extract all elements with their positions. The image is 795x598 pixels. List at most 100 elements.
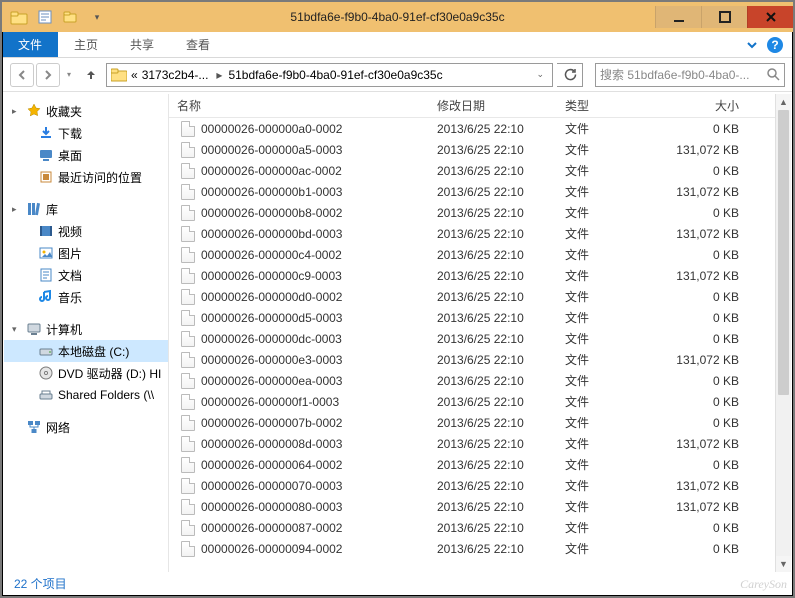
file-row[interactable]: 00000026-000000a0-00022013/6/25 22:10文件0… <box>169 118 775 139</box>
column-date[interactable]: 修改日期 <box>429 97 557 114</box>
file-date: 2013/6/25 22:10 <box>429 185 557 199</box>
ribbon-tab-3[interactable]: 查看 <box>170 32 226 57</box>
file-row[interactable]: 00000026-00000070-00032013/6/25 22:10文件1… <box>169 475 775 496</box>
file-row[interactable]: 00000026-00000094-00022013/6/25 22:10文件0… <box>169 538 775 559</box>
file-row[interactable]: 00000026-000000dc-00032013/6/25 22:10文件0… <box>169 328 775 349</box>
refresh-button[interactable] <box>557 63 583 87</box>
file-row[interactable]: 00000026-000000b1-00032013/6/25 22:10文件1… <box>169 181 775 202</box>
file-icon <box>181 268 195 284</box>
file-row[interactable]: 00000026-000000e3-00032013/6/25 22:10文件1… <box>169 349 775 370</box>
file-date: 2013/6/25 22:10 <box>429 206 557 220</box>
scroll-down-icon[interactable]: ▼ <box>776 556 791 572</box>
file-row[interactable]: 00000026-00000080-00032013/6/25 22:10文件1… <box>169 496 775 517</box>
sidebar-item-1-1[interactable]: 图片 <box>4 242 168 264</box>
file-type: 文件 <box>557 309 657 326</box>
file-row[interactable]: 00000026-000000d5-00032013/6/25 22:10文件0… <box>169 307 775 328</box>
expand-icon[interactable]: ▸ <box>12 204 22 215</box>
file-row[interactable]: 00000026-0000007b-00022013/6/25 22:10文件0… <box>169 412 775 433</box>
video-icon <box>38 223 54 239</box>
expand-icon[interactable]: ▾ <box>12 324 22 335</box>
maximize-button[interactable] <box>701 6 747 28</box>
ribbon-tab-0[interactable]: 文件 <box>2 32 58 57</box>
file-type: 文件 <box>557 267 657 284</box>
titlebar[interactable]: ▾ 51bdfa6e-f9b0-4ba0-91ef-cf30e0a9c35c <box>2 2 793 32</box>
sidebar-item-2-0[interactable]: 本地磁盘 (C:) <box>4 340 168 362</box>
star-icon <box>26 103 42 119</box>
sidebar-item-label: 下载 <box>58 125 82 142</box>
file-row[interactable]: 00000026-00000087-00022013/6/25 22:10文件0… <box>169 517 775 538</box>
file-row[interactable]: 00000026-0000008d-00032013/6/25 22:10文件1… <box>169 433 775 454</box>
search-input[interactable]: 搜索 51bdfa6e-f9b0-4ba0-... <box>595 63 785 87</box>
sidebar-item-1-3[interactable]: 音乐 <box>4 286 168 308</box>
file-row[interactable]: 00000026-000000d0-00022013/6/25 22:10文件0… <box>169 286 775 307</box>
sidebar-item-1-2[interactable]: 文档 <box>4 264 168 286</box>
column-name[interactable]: 名称 <box>169 97 429 114</box>
file-row[interactable]: 00000026-000000b8-00022013/6/25 22:10文件0… <box>169 202 775 223</box>
file-date: 2013/6/25 22:10 <box>429 164 557 178</box>
file-name: 00000026-000000b1-0003 <box>201 185 342 199</box>
nav-up-button[interactable] <box>80 64 102 86</box>
nav-history-dropdown[interactable]: ▾ <box>62 63 76 87</box>
file-type: 文件 <box>557 162 657 179</box>
column-type[interactable]: 类型 <box>557 97 657 114</box>
window-controls <box>655 6 793 28</box>
scroll-thumb[interactable] <box>778 110 789 395</box>
sidebar-item-1-0[interactable]: 视频 <box>4 220 168 242</box>
scroll-track[interactable] <box>776 110 791 556</box>
sidebar-group-3[interactable]: 网络 <box>4 416 168 438</box>
file-row[interactable]: 00000026-000000c9-00032013/6/25 22:10文件1… <box>169 265 775 286</box>
content-area: ▸收藏夹下载桌面最近访问的位置 ▸库视频图片文档音乐 ▾计算机本地磁盘 (C:) DV… <box>4 94 791 572</box>
file-type: 文件 <box>557 540 657 557</box>
file-size: 0 KB <box>657 248 751 262</box>
minimize-button[interactable] <box>655 6 701 28</box>
file-size: 0 KB <box>657 332 751 346</box>
qat-newfolder-icon[interactable] <box>60 6 82 28</box>
address-dropdown-icon[interactable]: ⌄ <box>532 69 548 80</box>
file-row[interactable]: 00000026-000000bd-00032013/6/25 22:10文件1… <box>169 223 775 244</box>
sidebar-group-2[interactable]: ▾计算机 <box>4 318 168 340</box>
scroll-up-icon[interactable]: ▲ <box>776 94 791 110</box>
column-size[interactable]: 大小 <box>657 97 751 114</box>
file-row[interactable]: 00000026-000000f1-00032013/6/25 22:10文件0… <box>169 391 775 412</box>
help-icon[interactable]: ? <box>767 37 783 53</box>
sidebar-group-0[interactable]: ▸收藏夹 <box>4 100 168 122</box>
file-type: 文件 <box>557 141 657 158</box>
nav-back-button[interactable] <box>10 63 34 87</box>
address-separator-icon[interactable]: ▸ <box>212 68 224 82</box>
sidebar-item-label: 最近访问的位置 <box>58 169 142 186</box>
nav-forward-button[interactable] <box>36 63 60 87</box>
file-row[interactable]: 00000026-000000c4-00022013/6/25 22:10文件0… <box>169 244 775 265</box>
ribbon-tab-2[interactable]: 共享 <box>114 32 170 57</box>
file-size: 0 KB <box>657 122 751 136</box>
sidebar-group-1[interactable]: ▸库 <box>4 198 168 220</box>
ribbon-minimize-icon[interactable] <box>745 38 759 52</box>
ribbon-tab-1[interactable]: 主页 <box>58 32 114 57</box>
address-part-2[interactable]: 51bdfa6e-f9b0-4ba0-91ef-cf30e0a9c35c <box>228 68 442 82</box>
ribbon-tabs: 文件主页共享查看 ? <box>2 32 793 58</box>
sidebar-item-2-2[interactable]: Shared Folders (\\ <box>4 384 168 406</box>
close-button[interactable] <box>747 6 793 28</box>
address-bar[interactable]: « 3173c2b4-... ▸ 51bdfa6e-f9b0-4ba0-91ef… <box>106 63 553 87</box>
file-size: 0 KB <box>657 311 751 325</box>
expand-icon[interactable]: ▸ <box>12 106 22 117</box>
sidebar-item-0-2[interactable]: 最近访问的位置 <box>4 166 168 188</box>
file-row[interactable]: 00000026-00000064-00022013/6/25 22:10文件0… <box>169 454 775 475</box>
file-icon <box>181 394 195 410</box>
address-part-1[interactable]: 3173c2b4-... <box>142 68 209 82</box>
sidebar-item-label: DVD 驱动器 (D:) HI <box>58 365 161 382</box>
vertical-scrollbar[interactable]: ▲ ▼ <box>775 94 791 572</box>
file-row[interactable]: 00000026-000000ac-00022013/6/25 22:10文件0… <box>169 160 775 181</box>
sidebar-item-label: 音乐 <box>58 289 82 306</box>
sidebar-item-0-1[interactable]: 桌面 <box>4 144 168 166</box>
file-row[interactable]: 00000026-000000a5-00032013/6/25 22:10文件1… <box>169 139 775 160</box>
file-date: 2013/6/25 22:10 <box>429 269 557 283</box>
qat-overflow-icon[interactable]: ▾ <box>86 6 108 28</box>
qat-properties-icon[interactable] <box>34 6 56 28</box>
sidebar-item-0-0[interactable]: 下载 <box>4 122 168 144</box>
file-size: 0 KB <box>657 374 751 388</box>
sidebar-item-2-1[interactable]: DVD 驱动器 (D:) HI <box>4 362 168 384</box>
file-type: 文件 <box>557 183 657 200</box>
file-icon <box>181 373 195 389</box>
file-row[interactable]: 00000026-000000ea-00032013/6/25 22:10文件0… <box>169 370 775 391</box>
file-size: 131,072 KB <box>657 479 751 493</box>
